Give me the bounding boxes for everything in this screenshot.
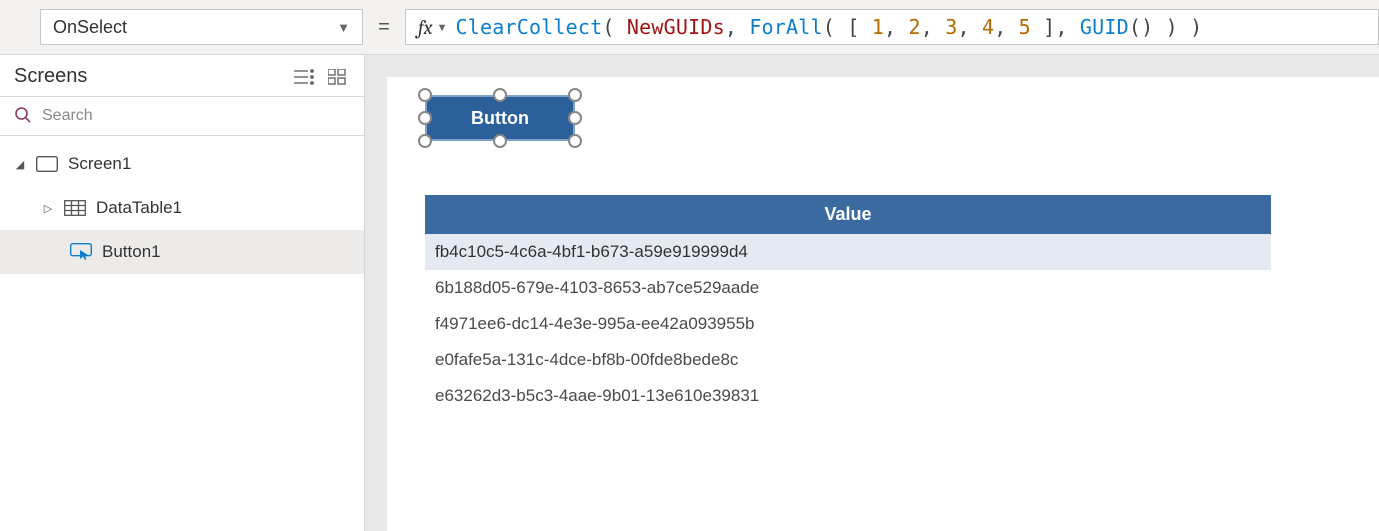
tree-item-screen1[interactable]: ◢ Screen1 bbox=[0, 142, 364, 186]
design-canvas[interactable]: Button Value fb4c10c5-4c6a-4bf1-b673-a59… bbox=[365, 55, 1379, 531]
tree-view-panel: Screens ◢ Screen1 bbox=[0, 55, 365, 531]
search-box[interactable] bbox=[0, 96, 364, 136]
property-dropdown[interactable]: OnSelect ▼ bbox=[40, 9, 363, 45]
panel-title: Screens bbox=[14, 65, 87, 88]
datatable-icon bbox=[64, 200, 86, 216]
table-row[interactable]: fb4c10c5-4c6a-4bf1-b673-a59e919999d4 bbox=[425, 234, 1271, 270]
formula-bar: OnSelect ▼ = fx ▼ ClearCollect( NewGUIDs… bbox=[0, 0, 1379, 55]
resize-handle[interactable] bbox=[493, 88, 507, 102]
datatable-header[interactable]: Value bbox=[425, 195, 1271, 234]
resize-handle[interactable] bbox=[418, 134, 432, 148]
list-view-icon[interactable] bbox=[294, 69, 314, 85]
resize-handle[interactable] bbox=[568, 134, 582, 148]
collapse-icon[interactable]: ◢ bbox=[14, 158, 26, 171]
resize-handle[interactable] bbox=[418, 88, 432, 102]
screen-icon bbox=[36, 156, 58, 172]
tree-item-label: Button1 bbox=[102, 242, 161, 262]
chevron-down-icon: ▼ bbox=[337, 20, 350, 35]
resize-handle[interactable] bbox=[418, 111, 432, 125]
chevron-down-icon: ▼ bbox=[437, 21, 448, 34]
search-icon bbox=[14, 106, 32, 127]
table-row[interactable]: 6b188d05-679e-4103-8653-ab7ce529aade bbox=[425, 270, 1271, 306]
resize-handle[interactable] bbox=[568, 88, 582, 102]
button-icon bbox=[70, 243, 92, 261]
button-control-label: Button bbox=[471, 108, 529, 129]
table-row[interactable]: e63262d3-b5c3-4aae-9b01-13e610e39831 bbox=[425, 378, 1271, 414]
expand-icon[interactable]: ▷ bbox=[42, 202, 54, 215]
table-row[interactable]: e0fafe5a-131c-4dce-bf8b-00fde8bede8c bbox=[425, 342, 1271, 378]
fx-dropdown[interactable]: fx ▼ bbox=[418, 16, 448, 39]
selected-control-frame[interactable]: Button bbox=[425, 95, 575, 141]
resize-handle[interactable] bbox=[568, 111, 582, 125]
fx-icon: fx bbox=[418, 16, 433, 39]
search-input[interactable] bbox=[42, 107, 350, 125]
formula-input[interactable]: ClearCollect( NewGUIDs, ForAll( [ 1, 2, … bbox=[456, 15, 1203, 39]
table-row[interactable]: f4971ee6-dc14-4e3e-995a-ee42a093955b bbox=[425, 306, 1271, 342]
tree-item-button1[interactable]: Button1 bbox=[0, 230, 364, 274]
tree-item-datatable1[interactable]: ▷ DataTable1 bbox=[0, 186, 364, 230]
tree-item-label: DataTable1 bbox=[96, 198, 182, 218]
tree-item-label: Screen1 bbox=[68, 154, 131, 174]
equals-label: = bbox=[363, 16, 405, 39]
resize-handle[interactable] bbox=[493, 134, 507, 148]
datatable-control[interactable]: Value fb4c10c5-4c6a-4bf1-b673-a59e919999… bbox=[425, 195, 1271, 414]
grid-view-icon[interactable] bbox=[328, 69, 346, 85]
property-dropdown-value: OnSelect bbox=[53, 17, 127, 38]
screens-tree: ◢ Screen1 ▷ DataTable1 Button1 bbox=[0, 136, 364, 274]
formula-input-container: fx ▼ ClearCollect( NewGUIDs, ForAll( [ 1… bbox=[405, 9, 1379, 45]
